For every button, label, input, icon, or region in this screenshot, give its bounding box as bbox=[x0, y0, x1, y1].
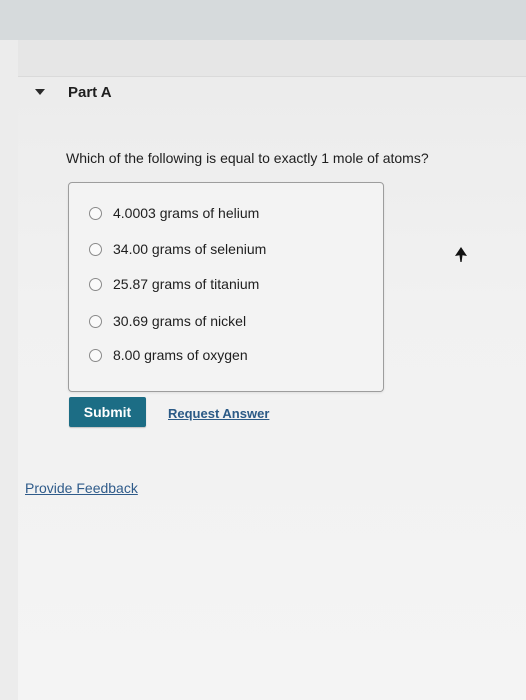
option-label: 4.0003 grams of helium bbox=[113, 205, 260, 221]
caret-down-icon[interactable] bbox=[35, 89, 45, 95]
radio-icon[interactable] bbox=[89, 206, 102, 220]
answer-options: 4.0003 grams of helium 34.00 grams of se… bbox=[68, 182, 384, 392]
question-panel: Part A Which of the following is equal t… bbox=[18, 40, 526, 700]
option-label: 34.00 grams of selenium bbox=[113, 241, 267, 257]
option-nickel[interactable]: 30.69 grams of nickel bbox=[89, 311, 246, 331]
mouse-cursor-icon bbox=[455, 247, 467, 262]
submit-button[interactable]: Submit bbox=[69, 397, 146, 427]
request-answer-link[interactable]: Request Answer bbox=[168, 406, 269, 421]
option-titanium[interactable]: 25.87 grams of titanium bbox=[89, 274, 259, 294]
browser-top-strip bbox=[0, 0, 526, 40]
radio-icon[interactable] bbox=[89, 348, 102, 362]
header-band bbox=[18, 40, 526, 77]
option-oxygen[interactable]: 8.00 grams of oxygen bbox=[89, 345, 248, 365]
option-selenium[interactable]: 34.00 grams of selenium bbox=[89, 239, 266, 259]
provide-feedback-link[interactable]: Provide Feedback bbox=[25, 480, 138, 496]
radio-icon[interactable] bbox=[89, 314, 102, 328]
option-label: 30.69 grams of nickel bbox=[113, 313, 247, 329]
option-label: 8.00 grams of oxygen bbox=[113, 347, 248, 363]
part-title[interactable]: Part A bbox=[68, 84, 112, 101]
option-helium[interactable]: 4.0003 grams of helium bbox=[89, 203, 259, 223]
radio-icon[interactable] bbox=[89, 242, 102, 256]
question-text: Which of the following is equal to exact… bbox=[66, 150, 429, 166]
radio-icon[interactable] bbox=[89, 277, 102, 291]
option-label: 25.87 grams of titanium bbox=[113, 276, 260, 292]
